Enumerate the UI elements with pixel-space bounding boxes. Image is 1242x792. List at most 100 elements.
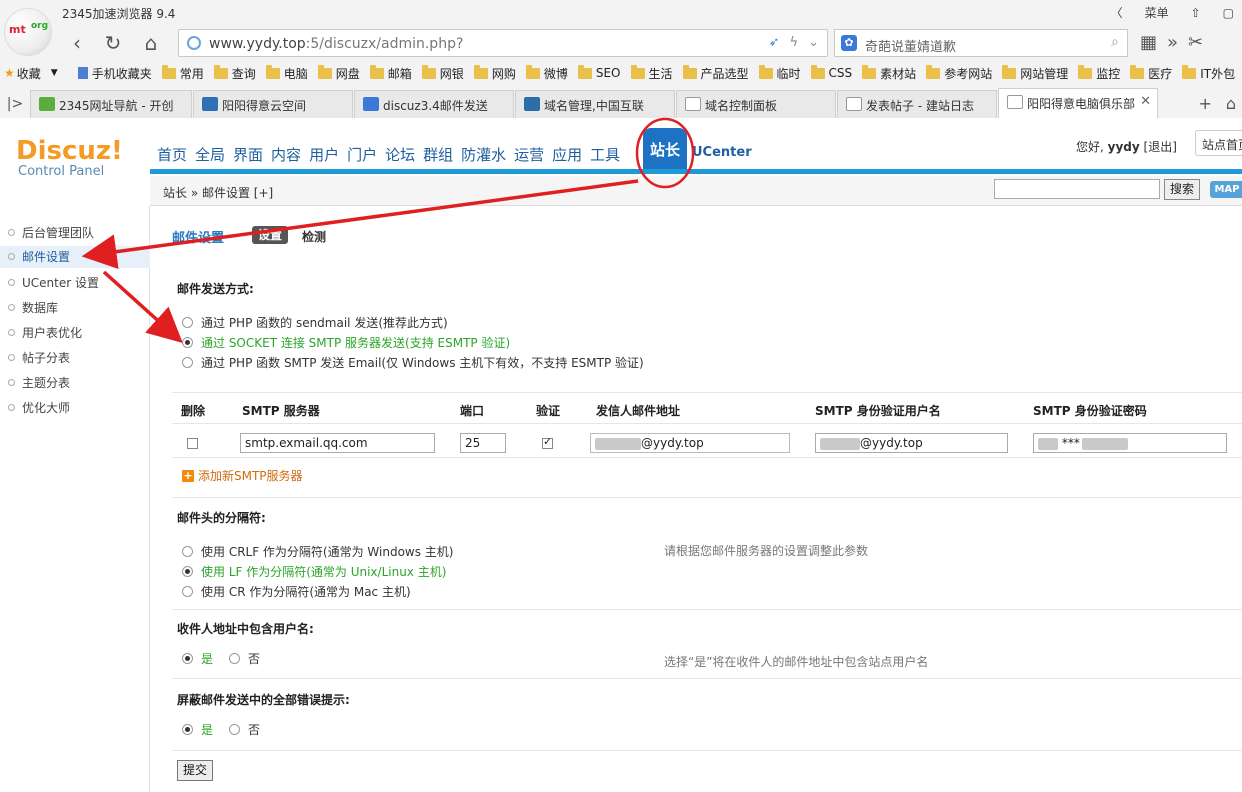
sidebar-item-optimizer[interactable]: 优化大师 (8, 399, 70, 416)
sidebar-item-ucenter[interactable]: UCenter 设置 (8, 274, 99, 291)
nav-tools[interactable]: 工具 (588, 140, 622, 169)
sidebar-toggle-icon[interactable]: |> (0, 90, 30, 118)
nav-webmaster-active[interactable]: 站长 (643, 128, 687, 174)
menu-button[interactable]: 菜单 (1145, 4, 1169, 21)
add-smtp-server-link[interactable]: + 添加新SMTP服务器 (182, 467, 303, 484)
tab-active[interactable]: 阳阳得意电脑俱乐部 ✕ (998, 88, 1158, 118)
send-mode-socket[interactable]: 通过 SOCKET 连接 SMTP 服务器发送(支持 ESMTP 验证) (182, 334, 510, 351)
tab-post[interactable]: 发表帖子 - 建站日志 (837, 90, 997, 118)
bookmark-folder[interactable]: CSS (810, 64, 852, 80)
maximize-icon[interactable]: ▢ (1223, 6, 1234, 20)
search-icon[interactable]: ⌕ (1111, 34, 1119, 50)
breadcrumb[interactable]: 站长 » 邮件设置 [+] (163, 184, 273, 201)
tab-discuz-mail[interactable]: discuz3.4邮件发送 (354, 90, 514, 118)
close-icon[interactable]: ✕ (1140, 94, 1151, 109)
radio-button[interactable] (182, 586, 193, 597)
sidebar-item-post-split[interactable]: 帖子分表 (8, 349, 70, 366)
discuz-logo[interactable]: Discuz! Control Panel (16, 136, 123, 179)
bookmark-folder[interactable]: 网购 (473, 64, 516, 82)
back-arrow-icon[interactable]: 〈 (1111, 4, 1123, 21)
bookmark-folder[interactable]: 参考网站 (926, 64, 992, 82)
more-chevron-icon[interactable]: » (1167, 32, 1178, 53)
skin-icon[interactable]: ⇧ (1191, 6, 1201, 20)
sidebar-item-admin-team[interactable]: 后台管理团队 (8, 224, 94, 241)
site-home-select[interactable]: 站点首页 (1195, 130, 1242, 156)
bookmark-folder[interactable]: 临时 (758, 64, 801, 82)
bookmark-mobile[interactable]: 手机收藏夹 (77, 65, 152, 82)
logout-link[interactable]: [退出] (1144, 140, 1177, 154)
nav-users[interactable]: 用户 (307, 140, 341, 169)
delimiter-cr[interactable]: 使用 CR 作为分隔符(通常为 Mac 主机) (182, 583, 411, 600)
silent-yes[interactable]: 是 (182, 721, 213, 738)
search-box[interactable]: ✿ 奇葩说董婧道歉 ⌕ (834, 29, 1128, 57)
radio-button[interactable] (182, 566, 193, 577)
auth-checkbox[interactable] (542, 435, 553, 449)
bookmark-folder[interactable]: 电脑 (265, 64, 308, 82)
radio-button[interactable] (229, 724, 240, 735)
smtp-server-input[interactable]: smtp.exmail.qq.com (240, 433, 435, 453)
restore-tab-icon[interactable]: ⌂ (1226, 94, 1236, 113)
radio-button[interactable] (182, 317, 193, 328)
new-tab-icon[interactable]: + (1198, 94, 1211, 113)
radio-button[interactable] (182, 546, 193, 557)
chevron-down-icon[interactable]: ⌄ (808, 35, 819, 50)
bookmark-favorites[interactable]: ★ 收藏 ▼ (4, 65, 58, 82)
nav-ucenter[interactable]: UCenter (692, 145, 752, 160)
include-user-no[interactable]: 否 (229, 650, 260, 667)
bookmark-folder[interactable]: 微博 (525, 64, 568, 82)
bookmark-folder[interactable]: 网站管理 (1002, 64, 1068, 82)
sidebar-item-database[interactable]: 数据库 (8, 299, 58, 316)
silent-no[interactable]: 否 (229, 721, 260, 738)
scissors-icon[interactable]: ✂ (1188, 32, 1203, 53)
bookmark-folder[interactable]: 邮箱 (369, 64, 412, 82)
bookmark-folder[interactable]: IT外包 (1182, 64, 1235, 82)
nav-ui[interactable]: 界面 (231, 140, 265, 169)
nav-portal[interactable]: 门户 (345, 140, 379, 169)
bookmark-folder[interactable]: 监控 (1078, 64, 1120, 82)
radio-button[interactable] (182, 357, 193, 368)
bookmark-folder[interactable]: 常用 (161, 64, 204, 82)
tab-cloud-space[interactable]: 阳阳得意云空间 (193, 90, 353, 118)
bookmark-folder[interactable]: 查询 (213, 64, 256, 82)
radio-button[interactable] (182, 337, 193, 348)
smtp-username-input[interactable]: @yydy.top (815, 433, 1008, 453)
nav-forum[interactable]: 论坛 (383, 140, 417, 169)
nav-content[interactable]: 内容 (269, 140, 303, 169)
admin-search-button[interactable]: 搜索 (1164, 179, 1200, 200)
refresh-icon[interactable]: ↻ (100, 30, 126, 56)
map-button[interactable]: MAP (1210, 181, 1242, 198)
nav-apps[interactable]: 应用 (550, 140, 584, 169)
nav-operations[interactable]: 运营 (512, 140, 546, 169)
sidebar-item-mail-settings[interactable]: 邮件设置 (0, 246, 150, 268)
bookmark-folder[interactable]: 医疗 (1130, 64, 1172, 82)
nav-antispam[interactable]: 防灌水 (459, 140, 508, 169)
home-icon[interactable]: ⌂ (138, 30, 164, 56)
lightning-icon[interactable]: ϟ (790, 35, 799, 50)
admin-search-input[interactable] (994, 179, 1160, 199)
tab-check[interactable]: 检测 (302, 228, 326, 245)
back-button[interactable]: ‹ (64, 30, 90, 56)
apps-icon[interactable]: ▦ (1140, 32, 1157, 53)
radio-button[interactable] (229, 653, 240, 664)
nav-groups[interactable]: 群组 (421, 140, 455, 169)
nav-global[interactable]: 全局 (193, 140, 227, 169)
search-input[interactable]: 奇葩说董婧道歉 (865, 36, 956, 55)
bookmark-folder[interactable]: 素材站 (862, 64, 916, 82)
from-address-input[interactable]: @yydy.top (590, 433, 790, 453)
tab-domain-panel[interactable]: 域名控制面板 (676, 90, 836, 118)
bookmark-folder[interactable]: 生活 (630, 64, 673, 82)
radio-button[interactable] (182, 724, 193, 735)
address-bar[interactable]: www.yydy.top:5/discuzx/admin.php? ➶ ϟ ⌄ (178, 29, 828, 57)
tab-settings[interactable]: 设置 (252, 226, 289, 244)
radio-button[interactable] (182, 653, 193, 664)
sidebar-item-user-table[interactable]: 用户表优化 (8, 324, 82, 341)
delete-checkbox[interactable] (187, 438, 198, 449)
tab-domain-mgmt[interactable]: 域名管理,中国互联 (515, 90, 675, 118)
smtp-password-input[interactable]: *** (1033, 433, 1227, 453)
bookmark-folder[interactable]: 网盘 (317, 64, 360, 82)
bookmark-folder[interactable]: SEO (577, 64, 621, 80)
tab-2345[interactable]: 2345网址导航 - 开创 (30, 90, 192, 118)
include-user-yes[interactable]: 是 (182, 650, 213, 667)
rocket-icon[interactable]: ➶ (769, 35, 780, 50)
bookmark-folder[interactable]: 网银 (421, 64, 464, 82)
